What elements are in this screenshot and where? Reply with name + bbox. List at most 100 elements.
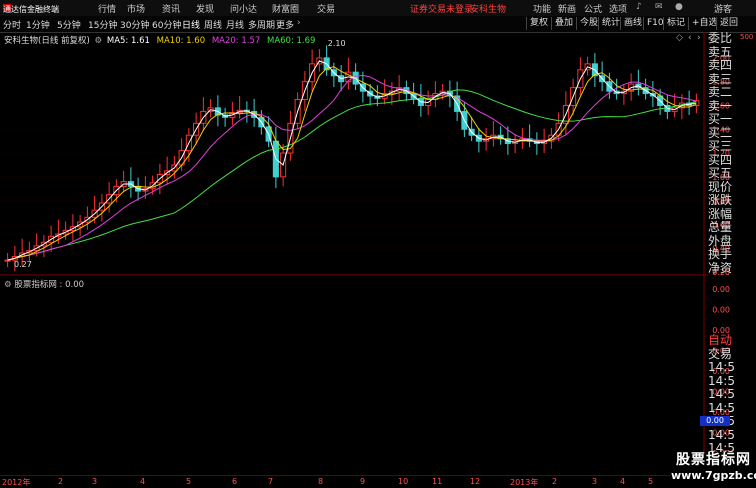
period-daily[interactable]: 日线 (182, 18, 200, 31)
menu-item-gongshi[interactable]: 公式 (584, 2, 602, 15)
date-tick: 8 (318, 477, 324, 486)
watermark-url: www.7gpzb.com (671, 469, 756, 482)
date-tick: 2 (552, 477, 558, 486)
side-item: 卖二 (708, 85, 733, 99)
legend-ma5: MA5: 1.61 (106, 36, 150, 46)
kline-chart[interactable]: 2.10 0.27 2.001.801.601.401.201.000.800.… (0, 32, 756, 475)
more-arrow-icon[interactable]: › (297, 18, 301, 28)
back-button[interactable]: 返回 (716, 17, 741, 30)
date-tick: 5 (648, 477, 654, 486)
date-tick: 4 (140, 477, 146, 486)
indicator-settings-icon[interactable]: ⚙ (4, 280, 12, 290)
menu-item-zixun[interactable]: 资讯 (162, 2, 180, 15)
watermark-title: 股票指标网 (676, 452, 751, 468)
side-item: 卖三 (708, 71, 733, 86)
stock-tag[interactable]: 安科生物 (470, 2, 506, 15)
side-item: 卖一 (708, 98, 733, 113)
trade-time: 14:5 (708, 373, 735, 388)
period-fenshi[interactable]: 分时 (3, 18, 21, 31)
menu-item-wenxiaoda[interactable]: 问小达 (230, 2, 257, 15)
menu-item-gongneng[interactable]: 功能 (533, 2, 551, 15)
biaoji-button[interactable]: 标记 (663, 17, 688, 30)
side-item: 买二 (708, 125, 733, 140)
date-tick: 6 (232, 477, 238, 486)
side-item: 换手 (708, 247, 733, 261)
date-tick: 7 (268, 477, 274, 486)
trade-time: 14:5 (708, 441, 735, 452)
date-tick: 12 (470, 477, 481, 486)
guest-label[interactable]: 游客 (714, 2, 732, 15)
trade-header-trade[interactable]: 交易 (708, 347, 756, 362)
period-30min[interactable]: 30分钟 (120, 18, 149, 31)
indicator-legend: ⚙ 股票指标网 : 0.00 (4, 278, 84, 290)
ma60-line (7, 89, 697, 261)
date-tick: 3 (92, 477, 98, 486)
menu-bar: 通达信金融终端 行情 市场 资讯 发现 问小达 财富圈 交易 证券交易未登录 安… (0, 0, 756, 17)
side-item: 总量 (708, 220, 733, 234)
date-tick: 3 (592, 477, 598, 486)
menu-item-xinhua[interactable]: 新画 (558, 2, 576, 15)
trade-time: 14:5 (708, 400, 735, 415)
login-notice[interactable]: 证券交易未登录 (410, 2, 473, 15)
candlestick-series (4, 45, 700, 272)
period-more[interactable]: 更多 (276, 18, 294, 31)
side-item: 委比 (708, 32, 733, 45)
date-tick: 5 (186, 477, 192, 486)
low-annotation: 0.27 (14, 260, 32, 269)
mail-icon[interactable]: ✉ (655, 2, 663, 12)
user-icon[interactable]: ● (675, 2, 683, 12)
menu-item-jiaoyi[interactable]: 交易 (317, 2, 335, 15)
menu-item-xuanxiang[interactable]: 选项 (609, 2, 627, 15)
date-tick: 2013年 (510, 478, 539, 487)
fuquan-button[interactable]: 复权 (526, 17, 551, 30)
date-tick: 10 (398, 477, 409, 486)
period-15min[interactable]: 15分钟 (88, 18, 117, 31)
period-toolbar: 分时 1分钟 5分钟 15分钟 30分钟 60分钟 日线 周线 月线 多周期 更… (0, 16, 756, 33)
legend-ma60: MA60: 1.69 (266, 36, 316, 46)
indicator-tick: 0.00 (712, 285, 730, 294)
date-tick: 11 (432, 477, 443, 486)
huaxian-button[interactable]: 画线 (620, 17, 645, 30)
side-item: 卖四 (708, 58, 733, 72)
period-5min[interactable]: 5分钟 (57, 18, 81, 31)
trade-time: 14:5 (708, 387, 735, 401)
menu-item-shichang[interactable]: 市场 (127, 2, 145, 15)
menu-item-hangqing[interactable]: 行情 (98, 2, 116, 15)
side-item: 净资 (708, 260, 733, 275)
period-monthly[interactable]: 月线 (226, 18, 244, 31)
trade-time: 14:5 (708, 360, 735, 374)
period-1min[interactable]: 1分钟 (26, 18, 50, 31)
diamond-icon[interactable]: ◇ (676, 33, 683, 43)
date-tick: 4 (620, 477, 626, 486)
side-item: 买四 (708, 152, 733, 167)
quote-side-panel: 委比卖五卖四卖三卖二卖一买一买二买三买四买五现价涨跌涨幅总量外盘换手净资收益 (708, 32, 756, 275)
date-tick: 2 (58, 477, 64, 486)
indicator-tick: 0.00 (712, 306, 730, 315)
ma5-line (7, 60, 697, 261)
site-watermark: 股票指标网 www.7gpzb.com (671, 452, 756, 487)
app-title: 通达信金融终端 (3, 5, 59, 14)
legend-ma10: MA10: 1.60 (156, 36, 206, 46)
trade-side-panel: 自动 交易 14:514:514:514:514:514:514:514:5 (708, 334, 756, 452)
chevron-left-icon[interactable]: ‹ (688, 33, 692, 43)
menu-item-faxian[interactable]: 发现 (196, 2, 214, 15)
side-item: 现价 (708, 179, 733, 194)
ma20-line (7, 74, 697, 261)
indicator-current-value: 0.00 (700, 416, 730, 426)
settings-icon[interactable]: ⚙ (95, 36, 103, 46)
period-multi[interactable]: 多周期 (248, 18, 275, 31)
side-item: 涨跌 (708, 193, 733, 207)
side-item: 外盘 (708, 233, 733, 248)
menu-item-caifuquan[interactable]: 财富圈 (272, 2, 299, 15)
chevron-right-icon[interactable]: › (697, 33, 701, 43)
trade-header-auto[interactable]: 自动 (708, 334, 756, 348)
bell-icon[interactable]: ♪ (636, 2, 642, 12)
side-item: 卖五 (708, 44, 733, 59)
period-weekly[interactable]: 周线 (204, 18, 222, 31)
date-tick: 2012年 (2, 478, 31, 487)
indicator-title: 股票指标网 : 0.00 (14, 280, 85, 290)
side-item: 涨幅 (708, 206, 733, 221)
period-60min[interactable]: 60分钟 (152, 18, 181, 31)
diejia-button[interactable]: 叠加 (551, 17, 576, 30)
chart-grid (0, 57, 704, 273)
